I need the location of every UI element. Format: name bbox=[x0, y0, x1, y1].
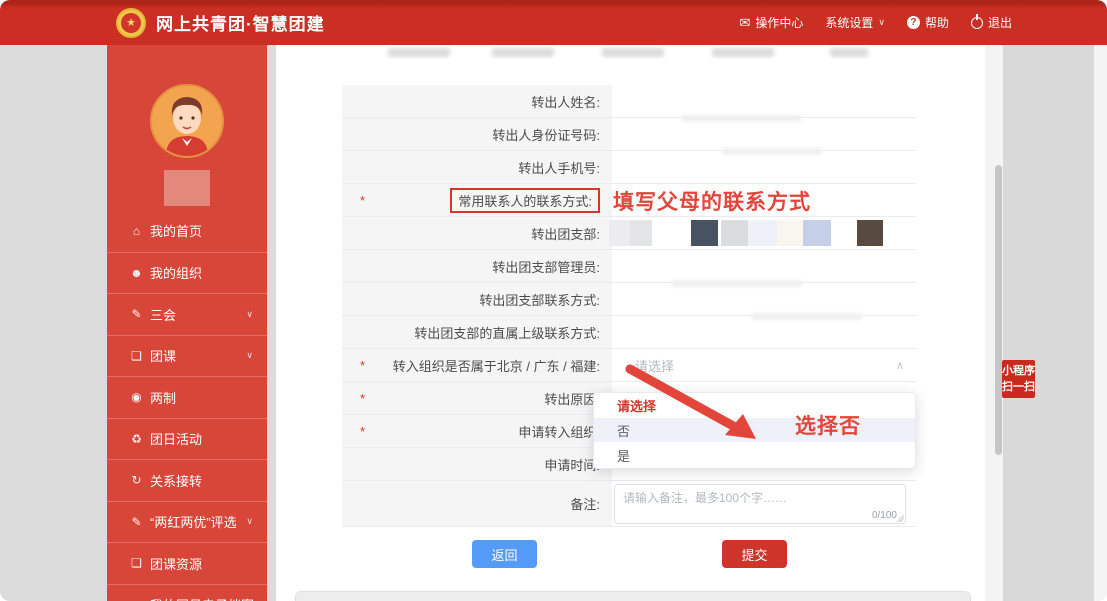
page-background bbox=[1003, 45, 1094, 601]
chevron-down-icon: ∨ bbox=[246, 350, 253, 361]
target-icon: ◉ bbox=[129, 390, 144, 404]
app-title: 网上共青团·智慧团建 bbox=[156, 10, 325, 35]
edit-icon: ✎ bbox=[129, 515, 144, 529]
sidebar-item-two-systems[interactable]: ◉ 两制 bbox=[107, 376, 267, 418]
row-transfer-id-number: 转出人身份证号码: bbox=[342, 118, 916, 151]
dropdown-option-yes[interactable]: 是 bbox=[594, 442, 915, 468]
sidebar-item-two-red-two-excellent[interactable]: ✎ “两红两优”评选 ∨ bbox=[107, 501, 267, 543]
brand: ★ 网上共青团·智慧团建 bbox=[116, 8, 325, 38]
users-icon: ☻ bbox=[129, 266, 144, 280]
power-icon bbox=[971, 17, 983, 29]
next-section-edge bbox=[295, 591, 971, 601]
back-button[interactable]: 返回 bbox=[472, 540, 537, 568]
dropdown-option-placeholder[interactable]: 请选择 bbox=[594, 393, 915, 418]
scrollbar-thumb[interactable] bbox=[995, 165, 1002, 455]
highlighted-label: 常用联系人的联系方式: bbox=[450, 188, 600, 213]
source-branch-admin-value bbox=[612, 250, 916, 282]
sidebar-item-my-organization[interactable]: ☻ 我的组织 bbox=[107, 252, 267, 294]
nav-logout[interactable]: 退出 bbox=[971, 14, 1012, 31]
submit-button[interactable]: 提交 bbox=[722, 540, 787, 568]
username-redacted bbox=[164, 170, 210, 206]
transfer-phone-value bbox=[612, 151, 916, 183]
sidebar-item-course-resources[interactable]: ❏ 团课资源 bbox=[107, 542, 267, 584]
chevron-down-icon: ∨ bbox=[246, 309, 253, 320]
window-edge bbox=[1094, 45, 1107, 601]
row-source-branch: 转出团支部: bbox=[342, 217, 916, 250]
source-branch-contact-value bbox=[612, 283, 916, 315]
sidebar-item-home[interactable]: ⌂ 我的首页 bbox=[107, 210, 267, 252]
row-source-branch-admin: 转出团支部管理员: bbox=[342, 250, 916, 283]
nav-system-settings[interactable]: 系统设置 ∨ bbox=[825, 14, 885, 31]
edit-icon: ✎ bbox=[129, 307, 144, 321]
nav-help[interactable]: ? 帮助 bbox=[907, 14, 949, 31]
sidebar-item-member-e-archive[interactable]: ▤ 我的团员电子档案 bbox=[107, 584, 267, 601]
user-avatar bbox=[150, 84, 224, 158]
transfer-id-value bbox=[612, 118, 916, 150]
resize-handle-icon[interactable] bbox=[896, 514, 904, 522]
sidebar-item-three-meetings[interactable]: ✎ 三会 ∨ bbox=[107, 293, 267, 335]
sidebar: ⌂ 我的首页 ☻ 我的组织 ✎ 三会 ∨ ❏ 团课 ∨ ◉ 两制 ♻ bbox=[107, 45, 267, 601]
chevron-down-icon: ∨ bbox=[246, 516, 253, 527]
char-counter: 0/100 bbox=[872, 510, 897, 521]
mini-program-scan-badge[interactable]: 小程序 扫一扫 bbox=[1002, 360, 1035, 398]
app-header: ★ 网上共青团·智慧团建 ✉ 操作中心 系统设置 ∨ ? 帮助 退出 bbox=[0, 0, 1107, 45]
annotation-select-hint: 选择否 bbox=[795, 410, 861, 440]
dropdown-option-no[interactable]: 否 bbox=[594, 418, 915, 442]
league-emblem-logo: ★ bbox=[116, 8, 146, 38]
nav-message-center[interactable]: ✉ 操作中心 bbox=[739, 14, 803, 31]
annotation-contact-hint: 填写父母的联系方式 bbox=[613, 186, 811, 216]
sync-icon: ↻ bbox=[129, 473, 144, 487]
superior-contact-value bbox=[612, 316, 916, 348]
chevron-down-icon: ∨ bbox=[878, 17, 885, 28]
row-region-question: * 转入组织是否属于北京 / 广东 / 福建: 请选择 ∧ bbox=[342, 349, 916, 382]
sidebar-item-relationship-transfer[interactable]: ↻ 关系接转 bbox=[107, 459, 267, 501]
home-icon: ⌂ bbox=[129, 224, 144, 238]
header-nav: ✉ 操作中心 系统设置 ∨ ? 帮助 退出 bbox=[739, 0, 1012, 45]
select-placeholder: 请选择 bbox=[612, 356, 674, 375]
row-remark: 备注: 0/100 bbox=[342, 481, 916, 527]
remark-textarea[interactable] bbox=[615, 485, 905, 523]
remark-cell: 0/100 bbox=[612, 481, 916, 526]
mail-icon: ✉ bbox=[739, 15, 750, 31]
folder-icon: ❏ bbox=[129, 349, 144, 363]
app-window: ★ 网上共青团·智慧团建 ✉ 操作中心 系统设置 ∨ ? 帮助 退出 bbox=[0, 0, 1107, 601]
recycle-icon: ♻ bbox=[129, 432, 144, 446]
sidebar-item-league-course[interactable]: ❏ 团课 ∨ bbox=[107, 335, 267, 377]
help-icon: ? bbox=[907, 16, 920, 29]
chevron-up-icon: ∧ bbox=[896, 359, 904, 372]
main-content: 转出人姓名: 转出人身份证号码: 转出人手机号: * 常用联系人的联系方式: bbox=[276, 45, 985, 601]
row-transfer-name: 转出人姓名: bbox=[342, 85, 916, 118]
row-superior-contact: 转出团支部的直属上级联系方式: bbox=[342, 316, 916, 349]
scrollbar-track[interactable] bbox=[985, 45, 1003, 601]
sidebar-item-league-day-activity[interactable]: ♻ 团日活动 bbox=[107, 418, 267, 460]
row-transfer-phone: 转出人手机号: bbox=[342, 151, 916, 184]
transfer-name-value bbox=[612, 85, 916, 117]
source-branch-value-redacted bbox=[612, 217, 916, 249]
steps-bar-redacted bbox=[276, 47, 985, 59]
sidebar-menu: ⌂ 我的首页 ☻ 我的组织 ✎ 三会 ∨ ❏ 团课 ∨ ◉ 两制 ♻ bbox=[107, 210, 267, 601]
folder-icon: ❏ bbox=[129, 556, 144, 570]
region-select[interactable]: 请选择 ∧ bbox=[612, 349, 916, 381]
row-source-branch-contact: 转出团支部联系方式: bbox=[342, 283, 916, 316]
region-dropdown: 请选择 否 是 bbox=[593, 392, 916, 469]
